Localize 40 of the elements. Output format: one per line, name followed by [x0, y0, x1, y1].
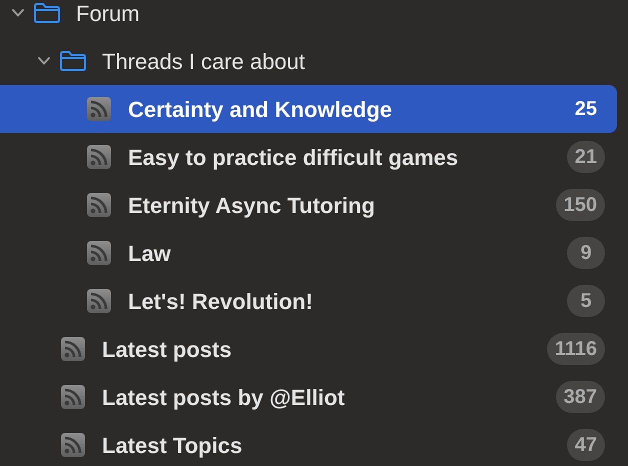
- sidebar-item[interactable]: Latest posts 1116: [0, 325, 617, 373]
- chevron-icon[interactable]: [11, 8, 25, 18]
- unread-count: 1116: [546, 333, 605, 365]
- selected-sidebar-item[interactable]: Certainty and Knowledge 25: [0, 85, 617, 133]
- rss-icon: [60, 384, 86, 410]
- unread-count: 47: [566, 429, 605, 461]
- unread-count: 5: [567, 285, 605, 317]
- sidebar-item[interactable]: Easy to practice difficult games 21: [0, 133, 617, 181]
- sidebar-item[interactable]: Latest Topics 47: [0, 421, 617, 466]
- unread-count: 150: [556, 189, 605, 221]
- sidebar-item[interactable]: Threads I care about: [0, 37, 617, 85]
- item-label: Latest posts: [102, 336, 233, 364]
- rss-icon: [60, 432, 86, 458]
- unread-count: 25: [574, 97, 598, 122]
- item-label: Forum: [76, 0, 141, 28]
- rss-icon: [86, 96, 112, 122]
- item-label: Eternity Async Tutoring: [128, 192, 376, 220]
- unread-count: 387: [556, 381, 605, 413]
- item-label: Latest posts by @Elliot: [102, 384, 346, 412]
- rss-icon: [86, 240, 112, 266]
- sidebar-item[interactable]: Latest posts by @Elliot 387: [0, 373, 617, 421]
- item-label: Law: [128, 240, 172, 268]
- sidebar-item[interactable]: Law 9: [0, 229, 617, 277]
- rss-icon: [86, 288, 112, 314]
- rss-icon: [86, 144, 112, 170]
- chevron-icon[interactable]: [37, 56, 51, 66]
- rss-icon: [60, 336, 86, 362]
- item-label: Latest Topics: [102, 432, 244, 460]
- item-label: Threads I care about: [102, 48, 306, 76]
- sidebar-item[interactable]: Forum: [0, 0, 617, 37]
- item-label: Certainty and Knowledge: [128, 96, 394, 124]
- sidebar-item[interactable]: Let's! Revolution! 5: [0, 277, 617, 325]
- unread-count: 21: [566, 141, 605, 173]
- item-label: Easy to practice difficult games: [128, 144, 460, 172]
- rss-icon: [86, 192, 112, 218]
- folder-icon: [59, 50, 87, 72]
- folder-icon: [33, 2, 61, 24]
- item-label: Let's! Revolution!: [128, 288, 314, 316]
- unread-count: 9: [567, 237, 605, 269]
- sidebar-item[interactable]: Eternity Async Tutoring 150: [0, 181, 617, 229]
